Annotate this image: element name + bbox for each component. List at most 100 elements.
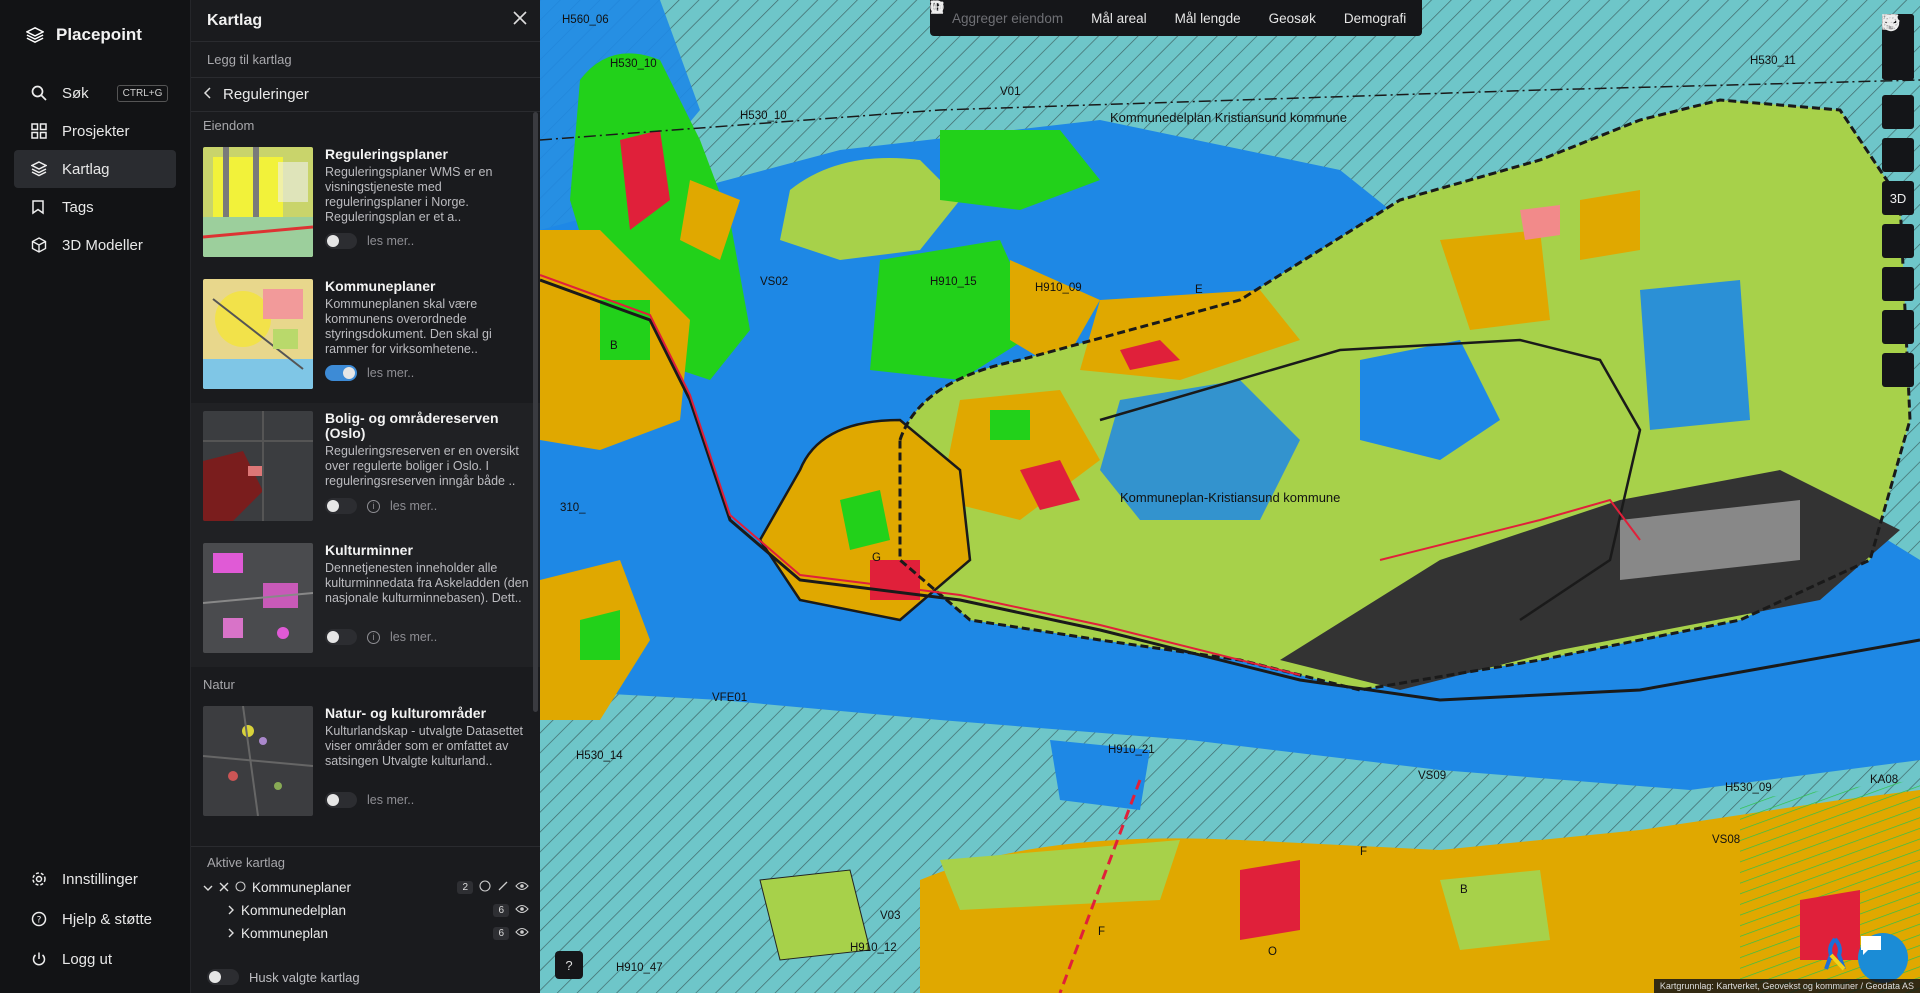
geosearch-button[interactable]: Geosøk bbox=[930, 0, 1316, 26]
aggregate-property-button[interactable]: Aggreger eiendom bbox=[930, 0, 1063, 26]
chevron-right-icon[interactable] bbox=[227, 903, 235, 918]
map-label: G bbox=[872, 552, 881, 564]
layer-card-kommuneplaner[interactable]: Kommuneplaner Kommuneplanen skal være ko… bbox=[191, 271, 541, 403]
layer-controls: i les mer.. bbox=[325, 629, 529, 645]
nav-label-3d-models: 3D Modeller bbox=[62, 236, 143, 254]
layer-card-body: Bolig- og områdereserven (Oslo) Reguleri… bbox=[325, 411, 529, 527]
active-child-row[interactable]: Kommuneplan 6 bbox=[191, 922, 541, 945]
read-more-link[interactable]: les mer.. bbox=[367, 366, 414, 380]
layers-icon bbox=[30, 160, 48, 178]
brush-icon[interactable] bbox=[497, 880, 509, 895]
layer-toggle[interactable] bbox=[325, 498, 357, 514]
panel-title: Kartlag bbox=[207, 11, 263, 29]
map-view[interactable]: H560_06 H530_10 H530_10 V01 Kommunedelpl… bbox=[540, 0, 1920, 993]
map-label: B bbox=[610, 340, 618, 352]
layer-card-kulturminner[interactable]: Kulturminner Dennetjenesten inneholder a… bbox=[191, 535, 541, 667]
read-more-link[interactable]: les mer.. bbox=[367, 234, 414, 248]
remove-icon[interactable] bbox=[219, 880, 229, 895]
tag-icon bbox=[30, 198, 48, 216]
layer-card-natur-kultur[interactable]: Natur- og kulturområder Kulturlandskap -… bbox=[191, 698, 541, 830]
map-label: H910_12 bbox=[850, 942, 897, 954]
map-side-tools: 3D bbox=[1882, 14, 1914, 387]
remember-label: Husk valgte kartlag bbox=[249, 969, 360, 985]
active-child-row[interactable]: Kommunedelplan 6 bbox=[191, 899, 541, 922]
remember-toggle[interactable] bbox=[207, 969, 239, 985]
active-group-row[interactable]: Kommuneplaner 2 bbox=[191, 876, 541, 899]
breadcrumb-back[interactable]: Reguleringer bbox=[191, 78, 540, 112]
add-layer-button[interactable]: Legg til kartlag bbox=[191, 42, 540, 78]
cube-icon bbox=[30, 236, 48, 254]
hide-layers-button[interactable] bbox=[1882, 14, 1914, 301]
compass-button[interactable] bbox=[1882, 14, 1914, 129]
map-label: V03 bbox=[880, 910, 901, 922]
help-circle-icon: ? bbox=[30, 910, 48, 928]
info-circle-icon[interactable] bbox=[235, 880, 246, 895]
map-label: V01 bbox=[1000, 86, 1021, 98]
layer-toggle[interactable] bbox=[325, 629, 357, 645]
toggle-3d-button[interactable]: 3D bbox=[1882, 181, 1914, 215]
map-label: KA08 bbox=[1870, 774, 1899, 786]
nav-item-settings[interactable]: Innstillinger bbox=[14, 859, 176, 899]
close-icon[interactable] bbox=[512, 10, 528, 31]
nav-item-3d-models[interactable]: 3D Modeller bbox=[14, 226, 176, 264]
layers-logo-icon bbox=[26, 26, 44, 44]
brand[interactable]: Placepoint bbox=[0, 0, 190, 70]
grid-icon bbox=[30, 122, 48, 140]
layer-card-bolig-reserve[interactable]: Bolig- og områdereserven (Oslo) Reguleri… bbox=[191, 403, 541, 535]
power-icon bbox=[30, 950, 48, 968]
demography-button[interactable]: Demografi bbox=[931, 3, 1406, 26]
nav-item-help[interactable]: ? Hjelp & støtte bbox=[14, 899, 176, 939]
eye-icon[interactable] bbox=[515, 927, 529, 940]
layer-list[interactable]: Eiendom Reguleringsplaner Reguleringspla… bbox=[191, 112, 541, 845]
measure-length-button[interactable]: Mål lengde bbox=[932, 0, 1241, 26]
info-icon[interactable]: i bbox=[367, 499, 380, 513]
fullscreen-button[interactable] bbox=[1882, 14, 1914, 387]
map-help-button[interactable]: ? bbox=[555, 951, 583, 979]
layer-controls: les mer.. bbox=[325, 365, 529, 381]
map-label: H910_15 bbox=[930, 276, 977, 288]
panel-scrollbar[interactable] bbox=[533, 112, 538, 712]
chevron-down-icon[interactable] bbox=[203, 880, 213, 895]
map-label: H530_09 bbox=[1725, 782, 1772, 794]
qr-code-button[interactable] bbox=[1882, 14, 1914, 258]
nav-item-logout[interactable]: Logg ut bbox=[14, 939, 176, 979]
map-label: Kommuneplan-Kristiansund kommune bbox=[1120, 490, 1341, 505]
layer-toggle[interactable] bbox=[325, 233, 357, 249]
palette-icon[interactable] bbox=[479, 880, 491, 895]
read-more-link[interactable]: les mer.. bbox=[390, 630, 437, 644]
screenshot-button[interactable] bbox=[1882, 15, 1914, 344]
info-icon[interactable]: i bbox=[367, 630, 380, 644]
layer-title: Bolig- og områdereserven (Oslo) bbox=[325, 410, 499, 441]
eye-icon[interactable] bbox=[515, 904, 529, 917]
question-icon: ? bbox=[565, 957, 573, 973]
active-child-label: Kommuneplan bbox=[241, 926, 329, 941]
nav-item-search[interactable]: Søk CTRL+G bbox=[14, 74, 176, 112]
layer-toggle[interactable] bbox=[325, 792, 357, 808]
map-label: Kommunedelplan Kristiansund kommune bbox=[1110, 110, 1348, 125]
read-more-link[interactable]: les mer.. bbox=[367, 793, 414, 807]
chevron-right-icon[interactable] bbox=[227, 926, 235, 941]
map-label: F bbox=[1360, 846, 1368, 858]
layer-card-reguleringsplaner[interactable]: Reguleringsplaner Reguleringsplaner WMS … bbox=[191, 139, 541, 271]
remember-layers: Husk valgte kartlag bbox=[207, 969, 360, 985]
layer-title: Reguleringsplaner bbox=[325, 146, 448, 162]
print-button[interactable] bbox=[1882, 14, 1914, 172]
layer-desc: Reguleringsplaner WMS er en visningstjen… bbox=[325, 165, 493, 224]
read-more-link[interactable]: les mer.. bbox=[390, 499, 437, 513]
layer-desc: Reguleringsreserven er en oversikt over … bbox=[325, 444, 519, 488]
nav-item-tags[interactable]: Tags bbox=[14, 188, 176, 226]
nav-item-layers[interactable]: Kartlag bbox=[14, 150, 176, 188]
gear-icon bbox=[30, 870, 48, 888]
child-row-actions bbox=[515, 904, 529, 917]
active-layers: Aktive kartlag Kommuneplaner 2 Kommunede… bbox=[191, 846, 541, 993]
measure-area-button[interactable]: Mål areal bbox=[930, 0, 1147, 26]
layer-toggle[interactable] bbox=[325, 365, 357, 381]
nav-item-projects[interactable]: Prosjekter bbox=[14, 112, 176, 150]
eye-icon[interactable] bbox=[515, 881, 529, 894]
active-group-label: Kommuneplaner bbox=[252, 880, 352, 895]
layer-card-body: Reguleringsplaner Reguleringsplaner WMS … bbox=[325, 147, 529, 263]
chat-button[interactable] bbox=[1858, 933, 1908, 983]
section-label-property: Eiendom bbox=[203, 118, 255, 133]
child-row-actions bbox=[515, 927, 529, 940]
zoom-out-button[interactable] bbox=[1882, 20, 1914, 80]
